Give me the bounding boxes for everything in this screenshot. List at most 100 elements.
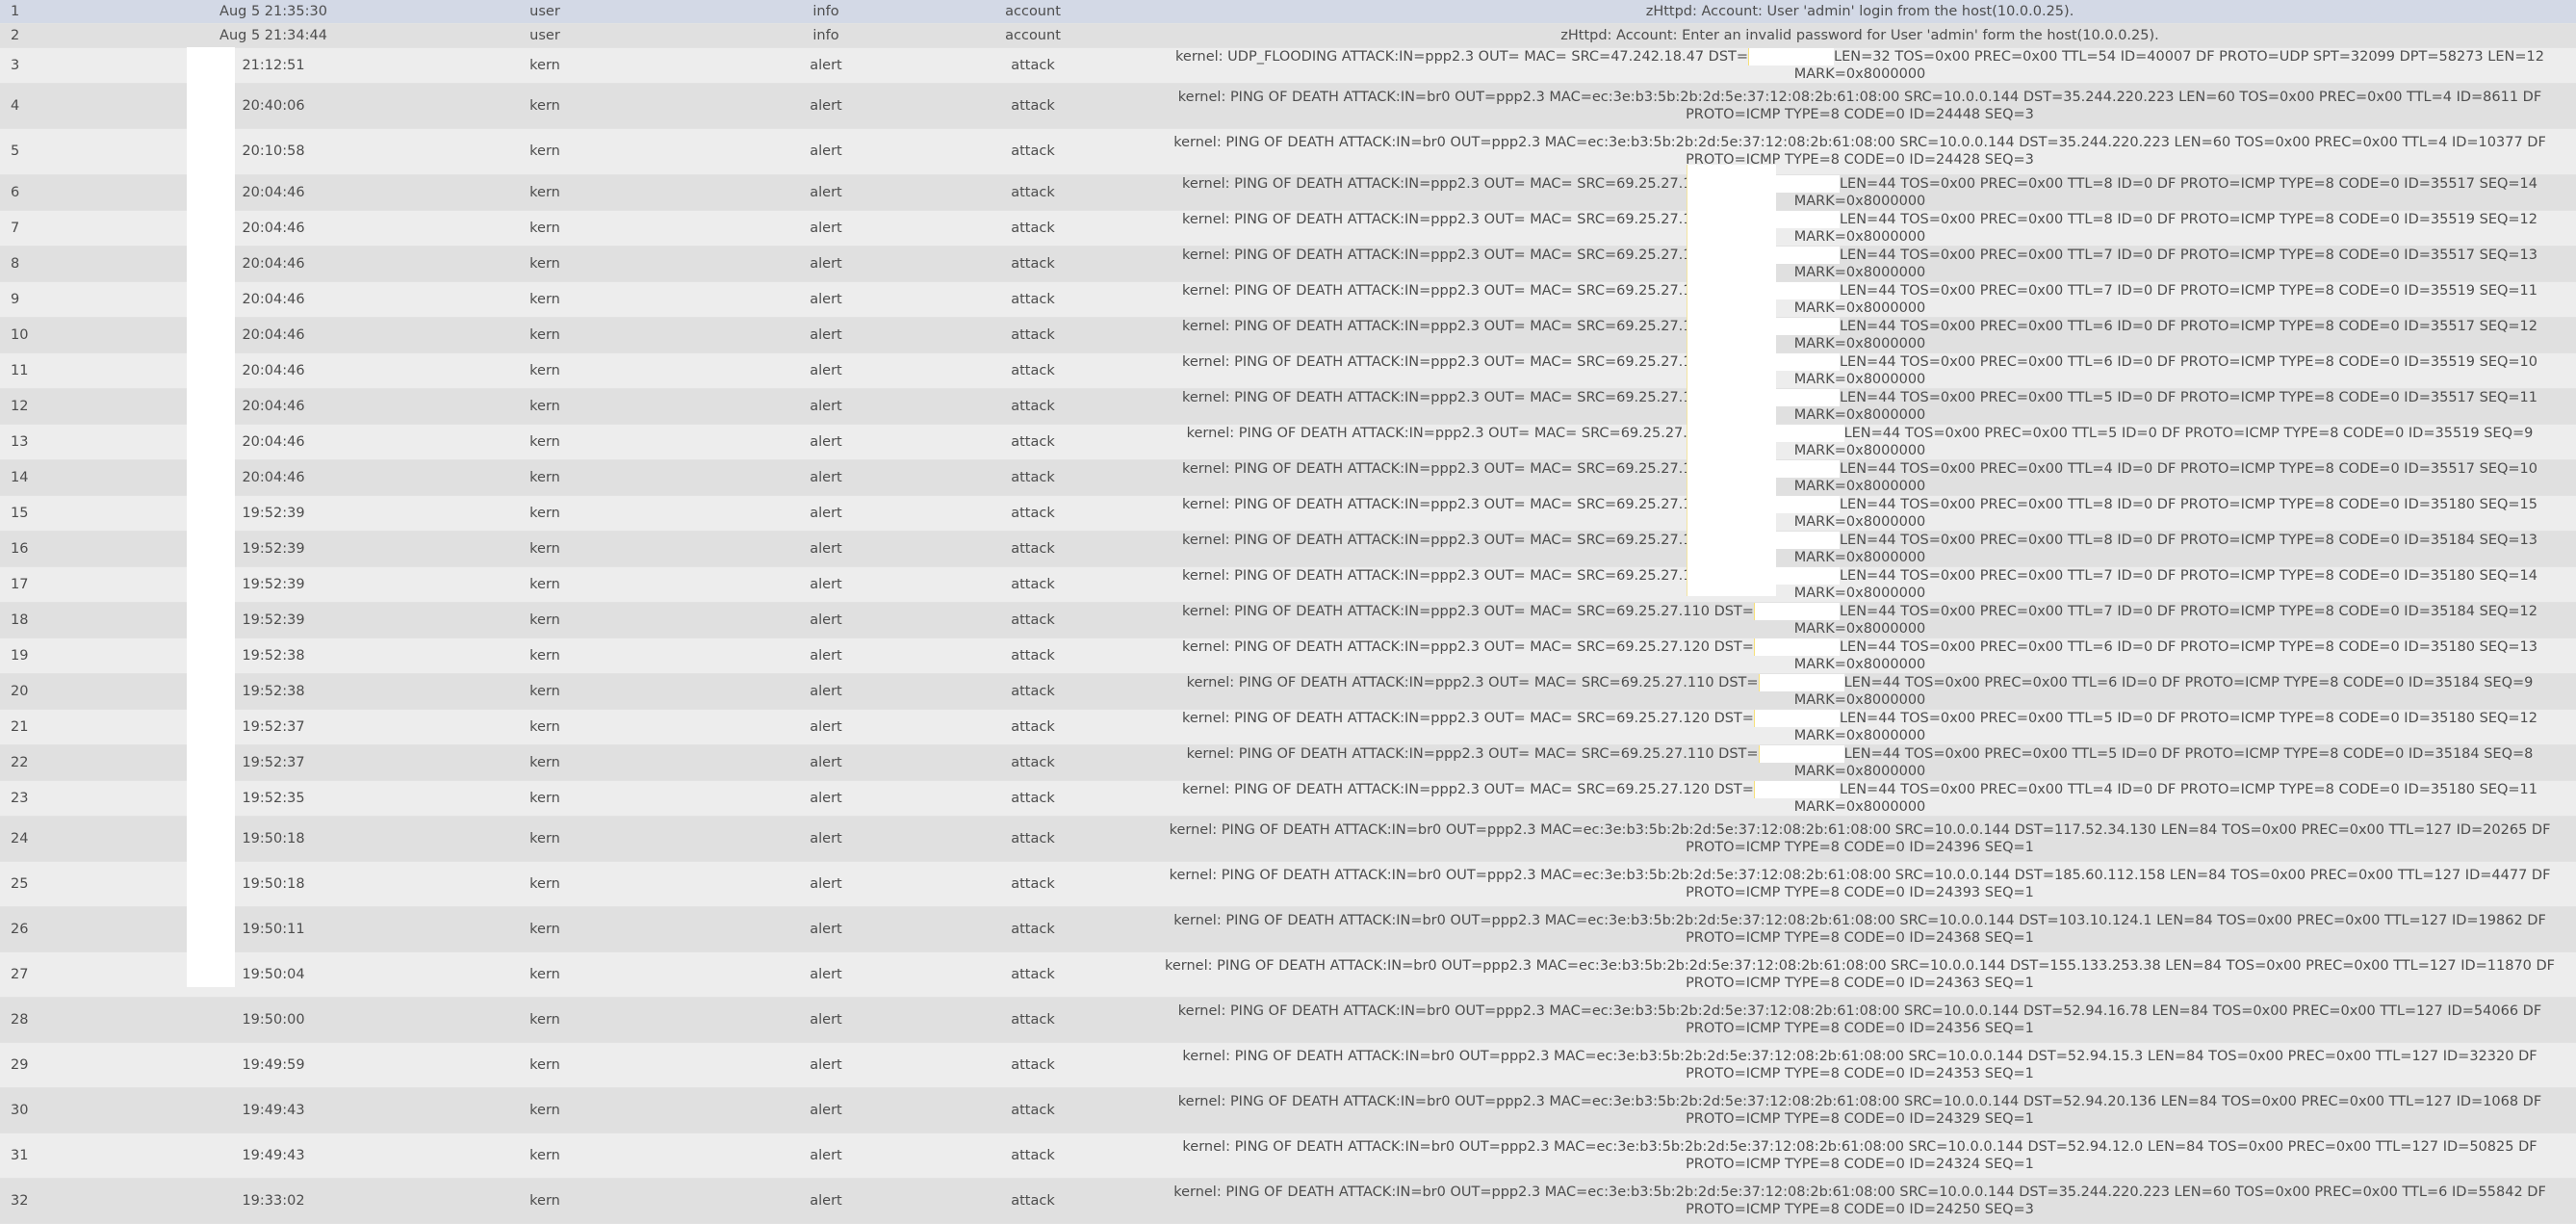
log-row[interactable]: 22 19:52:37 kern alert attack kernel: PING OF…: [0, 744, 2576, 781]
log-row[interactable]: 13 20:04:46 kern alert attack kernel: PING OF…: [0, 424, 2576, 460]
log-row-priority: alert: [730, 709, 922, 745]
redacted-ip: [1758, 673, 1844, 691]
log-row[interactable]: 9 20:04:46 kern alert attack kernel: PING OF …: [0, 281, 2576, 318]
log-row[interactable]: 12 20:04:46 kern alert attack kernel: PING OF…: [0, 388, 2576, 425]
log-row-number: 10: [0, 317, 187, 353]
log-row[interactable]: 16 19:52:39 kern alert attack kernel: PING OF…: [0, 531, 2576, 567]
log-row[interactable]: 8 20:04:46 kern alert attack kernel: PING OF …: [0, 246, 2576, 282]
log-row-category: attack: [922, 459, 1144, 496]
log-row-message: zHttpd: Account: User 'admin' login from…: [1144, 0, 2576, 24]
log-row[interactable]: 5 20:10:58 kern alert attack kernel: PING OF …: [0, 128, 2576, 175]
redacted-ip: [1753, 638, 1840, 656]
log-row[interactable]: 32 19:33:02 kern alert attack kernel: PING OF…: [0, 1178, 2576, 1224]
log-row-category: attack: [922, 424, 1144, 460]
log-row-message: kernel: PING OF DEATH ATTACK:IN=br0 OUT=…: [1144, 816, 2576, 862]
log-row[interactable]: 24 19:50:18 kern alert attack kernel: PING OF…: [0, 816, 2576, 862]
log-row-facility: kern: [360, 602, 730, 638]
log-row-message-rest: LEN=44 TOS=0x00 PREC=0x00 TTL=4 ID=0 DF …: [1793, 781, 2537, 815]
log-row-category: attack: [922, 780, 1144, 817]
log-row[interactable]: 27 19:50:04 kern alert attack kernel: PING OF…: [0, 951, 2576, 998]
log-row[interactable]: 18 19:52:39 kern alert attack kernel: PING OF…: [0, 602, 2576, 638]
log-row-category: attack: [922, 1178, 1144, 1224]
log-row-message: kernel: PING OF DEATH ATTACK:IN=ppp2.3 O…: [1144, 352, 2576, 389]
redacted-date-column: [187, 47, 235, 987]
log-row[interactable]: 4 20:40:06 kern alert attack kernel: PING OF …: [0, 83, 2576, 129]
log-row-message-rest: LEN=44 TOS=0x00 PREC=0x00 TTL=6 ID=0 DF …: [1793, 638, 2537, 672]
log-row-facility: kern: [360, 673, 730, 710]
log-row-priority: alert: [730, 816, 922, 862]
log-row-priority: alert: [730, 673, 922, 710]
log-row-category: attack: [922, 531, 1144, 567]
log-row[interactable]: 14 20:04:46 kern alert attack kernel: PING OF…: [0, 459, 2576, 496]
log-row-category: attack: [922, 1133, 1144, 1179]
log-row-category: attack: [922, 709, 1144, 745]
log-row-number: 4: [0, 83, 187, 129]
log-row[interactable]: 26 19:50:11 kern alert attack kernel: PING OF…: [0, 906, 2576, 952]
log-row[interactable]: 7 20:04:46 kern alert attack kernel: PING OF …: [0, 210, 2576, 247]
log-row-number: 23: [0, 780, 187, 817]
log-row-message-text: kernel: PING OF DEATH ATTACK:IN=br0 OUT=…: [1177, 1093, 2542, 1127]
log-row-priority: info: [730, 23, 922, 48]
log-row[interactable]: 6 20:04:46 kern alert attack kernel: PING OF …: [0, 174, 2576, 211]
log-row-message: kernel: PING OF DEATH ATTACK:IN=ppp2.3 O…: [1144, 602, 2576, 638]
log-row[interactable]: 19 19:52:38 kern alert attack kernel: PING OF…: [0, 638, 2576, 674]
log-row-message-rest: LEN=44 TOS=0x00 PREC=0x00 TTL=4 ID=0 DF …: [1793, 460, 2537, 494]
log-row-facility: kern: [360, 424, 730, 460]
log-row[interactable]: 20 19:52:38 kern alert attack kernel: PING OF…: [0, 673, 2576, 710]
log-row-category: account: [922, 0, 1144, 24]
log-row[interactable]: 21 19:52:37 kern alert attack kernel: PING OF…: [0, 709, 2576, 745]
log-row[interactable]: 15 19:52:39 kern alert attack kernel: PING OF…: [0, 495, 2576, 532]
log-row-priority: alert: [730, 83, 922, 129]
log-row[interactable]: 23 19:52:35 kern alert attack kernel: PING OF…: [0, 780, 2576, 817]
log-row-category: attack: [922, 352, 1144, 389]
log-row-message: kernel: PING OF DEATH ATTACK:IN=ppp2.3 O…: [1144, 566, 2576, 603]
log-row-facility: kern: [360, 210, 730, 247]
log-row[interactable]: 31 19:49:43 kern alert attack kernel: PING OF…: [0, 1133, 2576, 1179]
log-row-number: 7: [0, 210, 187, 247]
log-row[interactable]: 28 19:50:00 kern alert attack kernel: PING OF…: [0, 997, 2576, 1043]
log-row-category: attack: [922, 566, 1144, 603]
log-row[interactable]: 25 19:50:18 kern alert attack kernel: PING OF…: [0, 861, 2576, 907]
log-row-priority: alert: [730, 174, 922, 211]
log-row-number: 20: [0, 673, 187, 710]
log-row-facility: kern: [360, 709, 730, 745]
log-row-category: attack: [922, 1042, 1144, 1088]
log-row[interactable]: 1 Aug 5 21:35:30 user info account zHttpd: Ac…: [0, 0, 2576, 24]
log-row-priority: alert: [730, 495, 922, 532]
log-row-facility: kern: [360, 352, 730, 389]
log-row-message: kernel: PING OF DEATH ATTACK:IN=br0 OUT=…: [1144, 861, 2576, 907]
log-row-time: 19:33:02: [187, 1178, 360, 1224]
log-table: 1 Aug 5 21:35:30 user info account zHttpd: Ac…: [0, 0, 2576, 1224]
log-row-message-text: kernel: PING OF DEATH ATTACK:IN=ppp2.3 O…: [1182, 318, 1754, 334]
log-row-number: 29: [0, 1042, 187, 1088]
log-row-time: 19:50:00: [187, 997, 360, 1043]
log-row-facility: kern: [360, 459, 730, 496]
log-row-priority: alert: [730, 210, 922, 247]
log-row-message: kernel: PING OF DEATH ATTACK:IN=ppp2.3 O…: [1144, 459, 2576, 496]
log-row-message: kernel: PING OF DEATH ATTACK:IN=br0 OUT=…: [1144, 1042, 2576, 1088]
log-row-facility: kern: [360, 816, 730, 862]
log-row[interactable]: 2 Aug 5 21:34:44 user info account zHttpd: Ac…: [0, 23, 2576, 48]
log-row[interactable]: 11 20:04:46 kern alert attack kernel: PING OF…: [0, 352, 2576, 389]
log-row-category: attack: [922, 861, 1144, 907]
log-row[interactable]: 17 19:52:39 kern alert attack kernel: PING OF…: [0, 566, 2576, 603]
log-row-number: 1: [0, 0, 187, 24]
redacted-ip: [1753, 780, 1840, 798]
log-row-message: kernel: PING OF DEATH ATTACK:IN=ppp2.3 O…: [1144, 495, 2576, 532]
log-row-message-text: kernel: PING OF DEATH ATTACK:IN=br0 OUT=…: [1182, 1138, 2537, 1172]
log-row-priority: alert: [730, 281, 922, 318]
log-row[interactable]: 30 19:49:43 kern alert attack kernel: PING OF…: [0, 1087, 2576, 1133]
log-row-time: 19:49:59: [187, 1042, 360, 1088]
log-row-number: 25: [0, 861, 187, 907]
log-row[interactable]: 29 19:49:59 kern alert attack kernel: PING OF…: [0, 1042, 2576, 1088]
log-row[interactable]: 3 21:12:51 kern alert attack kernel: UDP_FLOO…: [0, 47, 2576, 84]
log-row[interactable]: 10 20:04:46 kern alert attack kernel: PING OF…: [0, 317, 2576, 353]
log-row-message-text: kernel: PING OF DEATH ATTACK:IN=ppp2.3 O…: [1182, 638, 1754, 655]
log-row-message-text: kernel: PING OF DEATH ATTACK:IN=ppp2.3 O…: [1182, 211, 1754, 227]
log-row-number: 6: [0, 174, 187, 211]
log-row-number: 2: [0, 23, 187, 48]
log-row-category: attack: [922, 816, 1144, 862]
log-row-message-text: kernel: PING OF DEATH ATTACK:IN=ppp2.3 O…: [1182, 567, 1754, 584]
log-row-priority: alert: [730, 861, 922, 907]
log-row-message-text: kernel: PING OF DEATH ATTACK:IN=ppp2.3 O…: [1182, 460, 1754, 477]
